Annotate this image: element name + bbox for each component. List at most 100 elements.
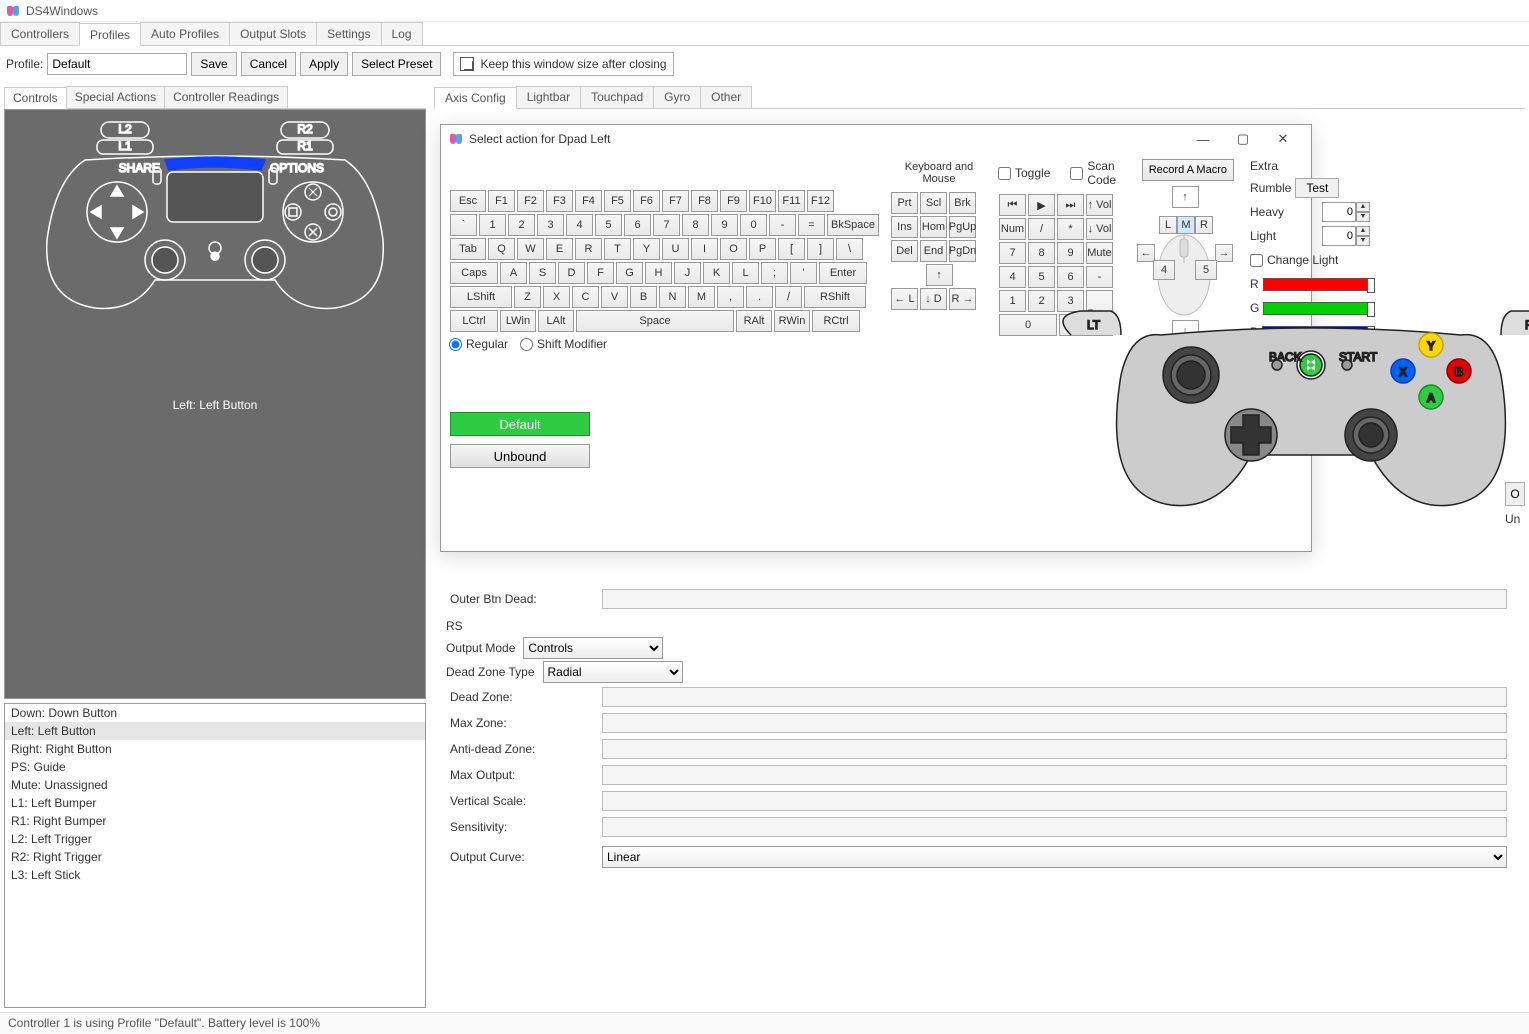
key-[interactable]: / <box>775 286 802 308</box>
color-swatch[interactable] <box>1356 348 1372 364</box>
maximize-icon[interactable]: ▢ <box>1223 125 1263 153</box>
tab-controls[interactable]: Controls <box>4 87 67 109</box>
key-l[interactable]: L <box>732 262 759 284</box>
list-item[interactable]: L1: Left Bumper <box>5 794 425 812</box>
key-4[interactable]: 4 <box>999 266 1026 288</box>
key-g[interactable]: G <box>616 262 643 284</box>
key-[interactable]: ' <box>790 262 817 284</box>
key-s[interactable]: S <box>529 262 556 284</box>
key-ins[interactable]: Ins <box>891 216 918 238</box>
key-5[interactable]: 5 <box>595 214 622 236</box>
key-[interactable]: . <box>746 286 773 308</box>
key-f10[interactable]: F10 <box>749 190 776 212</box>
rs-max-input[interactable] <box>602 713 1507 733</box>
key-media-play[interactable]: ▶ <box>1028 194 1055 216</box>
key-j[interactable]: J <box>674 262 701 284</box>
key-[interactable]: ` <box>450 214 477 236</box>
r-slider[interactable] <box>1263 278 1372 291</box>
list-item[interactable]: Mute: Unassigned <box>5 776 425 794</box>
dialog-titlebar[interactable]: Select action for Dpad Left — ▢ ✕ <box>441 125 1311 153</box>
keep-window-size-button[interactable]: Keep this window size after closing <box>453 52 673 76</box>
key-f2[interactable]: F2 <box>517 190 544 212</box>
mouse-4-button[interactable]: 4 <box>1153 260 1175 280</box>
key-[interactable]: ] <box>807 238 834 260</box>
tab-special-actions[interactable]: Special Actions <box>66 86 165 108</box>
key-5[interactable]: 5 <box>1028 266 1055 288</box>
key-b[interactable]: B <box>630 286 657 308</box>
key-x[interactable]: X <box>543 286 570 308</box>
rs-output-mode-select[interactable]: Controls <box>523 637 663 659</box>
heavy-input[interactable] <box>1322 202 1356 222</box>
key-m[interactable]: M <box>688 286 715 308</box>
key-multiply[interactable]: * <box>1057 218 1084 240</box>
key-minus[interactable]: - <box>1086 266 1113 288</box>
key-q[interactable]: Q <box>488 238 515 260</box>
key-1[interactable]: 1 <box>479 214 506 236</box>
list-item[interactable]: R2: Right Trigger <box>5 848 425 866</box>
rs-anti-input[interactable] <box>602 739 1507 759</box>
mouse-r-button[interactable]: R <box>1195 216 1213 234</box>
b-slider[interactable] <box>1262 326 1372 339</box>
minimize-icon[interactable]: — <box>1183 125 1223 153</box>
key-h[interactable]: H <box>645 262 672 284</box>
key-right-combo[interactable]: R → <box>949 288 976 310</box>
key-caps[interactable]: Caps <box>450 262 498 284</box>
key-pgup[interactable]: PgUp <box>949 216 976 238</box>
tab-log[interactable]: Log <box>381 22 423 45</box>
close-icon[interactable]: ✕ <box>1263 125 1303 153</box>
tab-settings[interactable]: Settings <box>316 22 381 45</box>
key-[interactable]: ; <box>761 262 788 284</box>
key-bkspace[interactable]: BkSpace <box>827 214 879 236</box>
rs-output-curve-select[interactable]: Linear <box>602 846 1507 868</box>
rs-deadzone-type-select[interactable]: Radial <box>543 661 683 683</box>
rs-vert-input[interactable] <box>602 791 1507 811</box>
ds4-controller-diagram[interactable]: L2 R2 L1 R1 SHARE OPTIONS <box>4 109 426 699</box>
key-dot[interactable]: . <box>1059 314 1086 336</box>
key-[interactable]: - <box>769 214 796 236</box>
key-down-combo[interactable]: ↓ D <box>920 288 947 310</box>
list-item[interactable]: Down: Down Button <box>5 704 425 722</box>
test-rumble-button[interactable]: Test <box>1295 178 1339 198</box>
key-a[interactable]: A <box>500 262 527 284</box>
key-rwin[interactable]: RWin <box>774 310 810 332</box>
key-[interactable]: [ <box>778 238 805 260</box>
key-w[interactable]: W <box>517 238 544 260</box>
key-esc[interactable]: Esc <box>450 190 486 212</box>
apply-button[interactable]: Apply <box>300 52 348 76</box>
key-f5[interactable]: F5 <box>604 190 631 212</box>
key-enter[interactable]: Enter <box>819 262 867 284</box>
key-t[interactable]: T <box>604 238 631 260</box>
key-lalt[interactable]: LAlt <box>538 310 574 332</box>
key-rctrl[interactable]: RCtrl <box>812 310 860 332</box>
key-0[interactable]: 0 <box>999 314 1057 336</box>
key-f3[interactable]: F3 <box>546 190 573 212</box>
tab-profiles[interactable]: Profiles <box>79 23 141 46</box>
key-f1[interactable]: F1 <box>488 190 515 212</box>
key-0[interactable]: 0 <box>740 214 767 236</box>
scan-code-checkbox[interactable]: Scan Code <box>1070 159 1126 187</box>
key-lshift[interactable]: LShift <box>450 286 512 308</box>
list-item[interactable]: Left: Left Button <box>5 722 425 740</box>
key-2[interactable]: 2 <box>508 214 535 236</box>
key-3[interactable]: 3 <box>1057 290 1084 312</box>
key-prt[interactable]: Prt <box>891 192 918 214</box>
key-k[interactable]: K <box>703 262 730 284</box>
key-scl[interactable]: Scl <box>920 192 947 214</box>
tab-other[interactable]: Other <box>700 86 752 108</box>
key-e[interactable]: E <box>546 238 573 260</box>
key-end[interactable]: End <box>920 240 947 262</box>
key-brk[interactable]: Brk <box>949 192 976 214</box>
key-home[interactable]: Hom <box>920 216 947 238</box>
key-9[interactable]: 9 <box>711 214 738 236</box>
g-slider[interactable] <box>1263 302 1372 315</box>
unbound-button[interactable]: Unbound <box>450 444 590 468</box>
profile-name-input[interactable] <box>47 53 187 75</box>
mouse-right[interactable]: → <box>1215 244 1233 262</box>
list-item[interactable]: PS: Guide <box>5 758 425 776</box>
default-button[interactable]: Default <box>450 412 590 436</box>
mouse-5-button[interactable]: 5 <box>1195 260 1217 280</box>
key-v[interactable]: V <box>601 286 628 308</box>
key-f6[interactable]: F6 <box>633 190 660 212</box>
key-7[interactable]: 7 <box>999 242 1026 264</box>
key-d[interactable]: D <box>558 262 585 284</box>
